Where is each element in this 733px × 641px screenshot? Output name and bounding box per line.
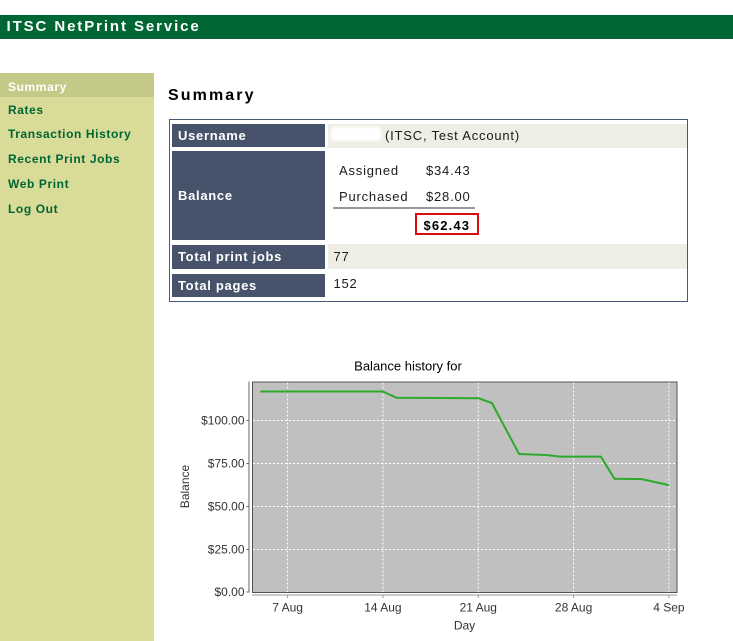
svg-text:4 Sep: 4 Sep [653,601,685,615]
svg-text:Balance history for: Balance history for [354,359,462,374]
svg-text:Balance: Balance [180,464,192,508]
svg-text:$25.00: $25.00 [208,543,245,557]
svg-text:$75.00: $75.00 [208,457,245,471]
svg-text:$50.00: $50.00 [208,500,245,514]
svg-text:21 Aug: 21 Aug [460,601,497,615]
svg-text:$0.00: $0.00 [214,585,244,599]
svg-text:7 Aug: 7 Aug [272,601,303,615]
svg-text:$100.00: $100.00 [201,414,245,428]
svg-text:14 Aug: 14 Aug [364,601,401,615]
svg-text:28 Aug: 28 Aug [555,601,592,615]
svg-text:Day: Day [454,619,475,633]
